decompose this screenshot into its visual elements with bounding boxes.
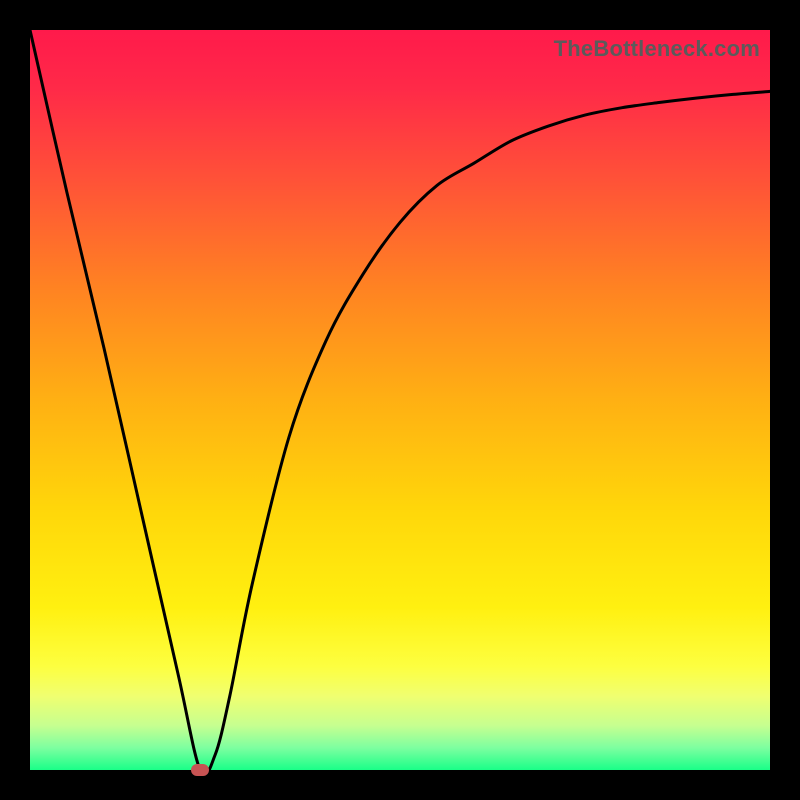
bottleneck-curve (30, 30, 770, 770)
plot-area: TheBottleneck.com (30, 30, 770, 770)
minimum-marker (191, 764, 209, 776)
chart-frame: TheBottleneck.com (0, 0, 800, 800)
